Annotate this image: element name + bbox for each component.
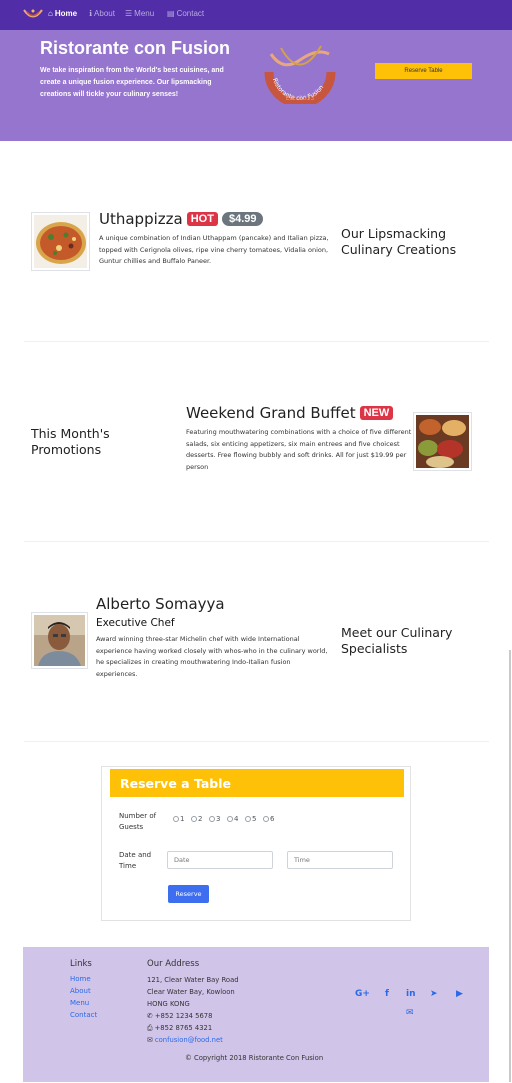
navbar: ⌂ Home ℹ About ☰ Menu ▤ Contact [0, 0, 512, 30]
address-card-icon: ▤ [167, 9, 175, 18]
facebook-icon[interactable]: f [385, 989, 389, 999]
nav-about-label: About [94, 9, 115, 18]
datetime-label: Date and Time [119, 851, 152, 870]
nav-contact[interactable]: ▤ Contact [167, 9, 204, 18]
nav-home-label: Home [54, 9, 78, 18]
info-icon: ℹ [89, 9, 93, 18]
promotion-image [413, 412, 472, 471]
nav-contact-label: Contact [176, 9, 205, 18]
hot-badge: HOT [186, 212, 218, 226]
email-row[interactable]: ✉ confusion@food.net [147, 1034, 239, 1046]
promotion-title: Weekend Grand Buffet NEW [186, 404, 394, 422]
radio-icon [209, 816, 215, 822]
phone-row: ✆ +852 1234 5678 [147, 1012, 213, 1020]
list-icon: ☰ [125, 9, 133, 18]
jumbotron-title: Ristorante con Fusion [40, 38, 231, 58]
jumbotron-text: We take inspiration from the World's bes… [40, 67, 224, 98]
reserve-form-title: Reserve a Table [110, 769, 404, 797]
twitter-icon[interactable]: ➤ [430, 989, 438, 999]
radio-icon [191, 816, 197, 822]
copyright: © Copyright 2018 Ristorante Con Fusion [185, 1054, 324, 1062]
reserve-submit-button[interactable]: Reserve [168, 885, 209, 903]
nav-home[interactable]: ⌂ Home [48, 9, 77, 18]
fax-icon: ⎙ [147, 1024, 155, 1032]
footer-link-menu[interactable]: Menu [70, 999, 89, 1007]
leader-section-heading: Meet our Culinary Specialists [341, 625, 453, 656]
email-link[interactable]: confusion@food.net [155, 1036, 223, 1044]
leader-description: Award winning three-star Michelin chef w… [96, 635, 328, 679]
leader-name: Alberto Somayya [96, 595, 225, 613]
dish-section-heading: Our Lipsmacking Culinary Creations [341, 226, 457, 257]
guest-option-6[interactable]: 6 [263, 815, 274, 823]
price-badge: $4.99 [221, 212, 264, 226]
footer: Links Home About Menu Contact Our Addres… [23, 947, 489, 1082]
address-line: HONG KONG [147, 1000, 190, 1008]
phone-icon: ✆ [147, 1012, 155, 1020]
envelope-icon[interactable]: ✉ [406, 1008, 414, 1018]
divider [24, 541, 489, 542]
guest-option-4[interactable]: 4 [227, 815, 238, 823]
reserve-form-card: Reserve a Table Number of Guests 1 2 3 4… [101, 766, 411, 921]
home-icon: ⌂ [48, 9, 53, 18]
guest-option-3[interactable]: 3 [209, 815, 220, 823]
radio-icon [173, 816, 179, 822]
address-line: 121, Clear Water Bay Road [147, 976, 239, 984]
restaurant-logo: Ristorante con Fusion Est. 2013 [264, 45, 336, 104]
youtube-icon[interactable]: ▶ [456, 989, 463, 999]
footer-link-home[interactable]: Home [70, 975, 91, 983]
address-line: Clear Water Bay, Kowloon [147, 988, 235, 996]
divider [24, 741, 489, 742]
leader-image [31, 612, 88, 669]
footer-link-about[interactable]: About [70, 987, 91, 995]
dish-image [31, 212, 90, 271]
promotion-section-heading: This Month's Promotions [31, 426, 110, 457]
guest-option-2[interactable]: 2 [191, 815, 202, 823]
google-plus-icon[interactable]: G+ [355, 989, 370, 999]
dish-name: Uthappizza [99, 210, 183, 228]
dish-description: A unique combination of Indian Uthappam … [99, 234, 329, 266]
linkedin-icon[interactable]: in [406, 989, 416, 999]
fax-row: ⎙ +852 8765 4321 [147, 1024, 213, 1032]
alberto-photo [34, 615, 85, 666]
new-badge: NEW [359, 406, 394, 420]
nav-menu[interactable]: ☰ Menu [125, 9, 154, 18]
radio-icon [245, 816, 251, 822]
nav-about[interactable]: ℹ About [89, 9, 115, 18]
date-input[interactable]: Date [167, 851, 273, 869]
promotion-description: Featuring mouthwatering combinations wit… [186, 428, 412, 472]
footer-links-heading: Links [70, 959, 92, 969]
buffet-photo [416, 415, 469, 468]
leader-designation: Executive Chef [96, 617, 175, 629]
divider [24, 341, 489, 342]
dish-title: Uthappizza HOT $4.99 [99, 210, 264, 228]
footer-address: 121, Clear Water Bay Road Clear Water Ba… [147, 974, 239, 1046]
reserve-table-button[interactable]: Reserve Table [375, 63, 472, 79]
envelope-icon: ✉ [147, 1036, 155, 1044]
guests-label: Number of Guests [119, 812, 157, 831]
restaurant-logo-icon[interactable] [22, 7, 44, 22]
promotion-name: Weekend Grand Buffet [186, 404, 356, 422]
nav-menu-label: Menu [134, 9, 155, 18]
footer-link-contact[interactable]: Contact [70, 1011, 97, 1019]
time-input[interactable]: Time [287, 851, 393, 869]
scrollbar[interactable] [509, 650, 511, 1082]
radio-icon [227, 816, 233, 822]
uthappizza-photo [34, 215, 87, 268]
jumbotron: Ristorante con Fusion We take inspiratio… [0, 30, 512, 141]
radio-icon [263, 816, 269, 822]
footer-address-heading: Our Address [147, 959, 200, 969]
guest-option-1[interactable]: 1 [173, 815, 184, 823]
guest-option-5[interactable]: 5 [245, 815, 256, 823]
logo-est: Est. 2013 [286, 95, 315, 102]
